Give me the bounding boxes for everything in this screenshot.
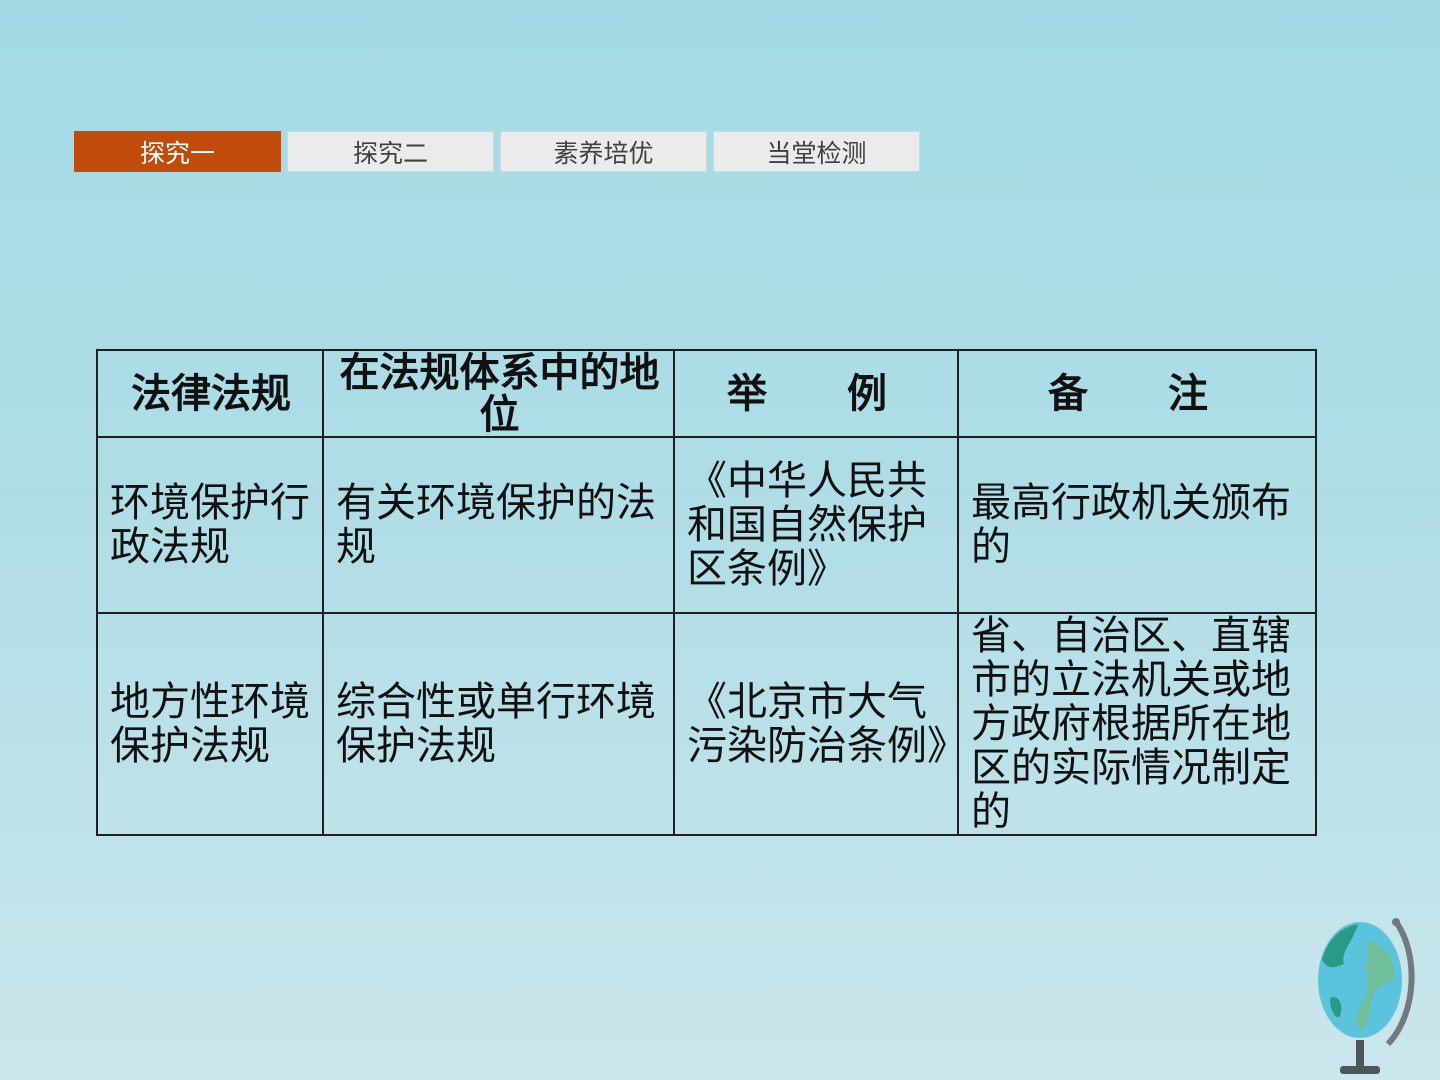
header-note: 备 注 bbox=[957, 349, 1317, 438]
globe-icon bbox=[1318, 918, 1415, 1074]
header-law: 法律法规 bbox=[96, 349, 324, 438]
header-status: 在法规体系中的地位 bbox=[322, 349, 675, 438]
header-example: 举 例 bbox=[673, 349, 959, 438]
law-table: 法律法规 在法规体系中的地位 举 例 备 注 环境保护行政法规 有关环境保护的法… bbox=[96, 349, 1317, 836]
tab-class-test[interactable]: 当堂检测 bbox=[713, 131, 920, 172]
tab-literacy-improvement[interactable]: 素养培优 bbox=[500, 131, 707, 172]
table-cell: 省、自治区、直辖市的立法机关或地方政府根据所在地区的实际情况制定的 bbox=[957, 612, 1317, 836]
tab-explore-one[interactable]: 探究一 bbox=[74, 131, 281, 172]
table-cell: 《中华人民共和国自然保护区条例》 bbox=[673, 436, 959, 614]
tab-explore-two[interactable]: 探究二 bbox=[287, 131, 494, 172]
table-cell: 最高行政机关颁布的 bbox=[957, 436, 1317, 614]
table-cell: 综合性或单行环境保护法规 bbox=[322, 612, 675, 836]
table-cell: 环境保护行政法规 bbox=[96, 436, 324, 614]
table-header-row: 法律法规 在法规体系中的地位 举 例 备 注 bbox=[96, 349, 1317, 438]
table-row: 地方性环境保护法规 综合性或单行环境保护法规 《北京市大气污染防治条例》 省、自… bbox=[96, 612, 1317, 836]
section-tabs: 探究一 探究二 素养培优 当堂检测 bbox=[74, 131, 920, 172]
table-cell: 有关环境保护的法规 bbox=[322, 436, 675, 614]
table-row: 环境保护行政法规 有关环境保护的法规 《中华人民共和国自然保护区条例》 最高行政… bbox=[96, 436, 1317, 614]
table-cell: 地方性环境保护法规 bbox=[96, 612, 324, 836]
table-cell: 《北京市大气污染防治条例》 bbox=[673, 612, 967, 836]
